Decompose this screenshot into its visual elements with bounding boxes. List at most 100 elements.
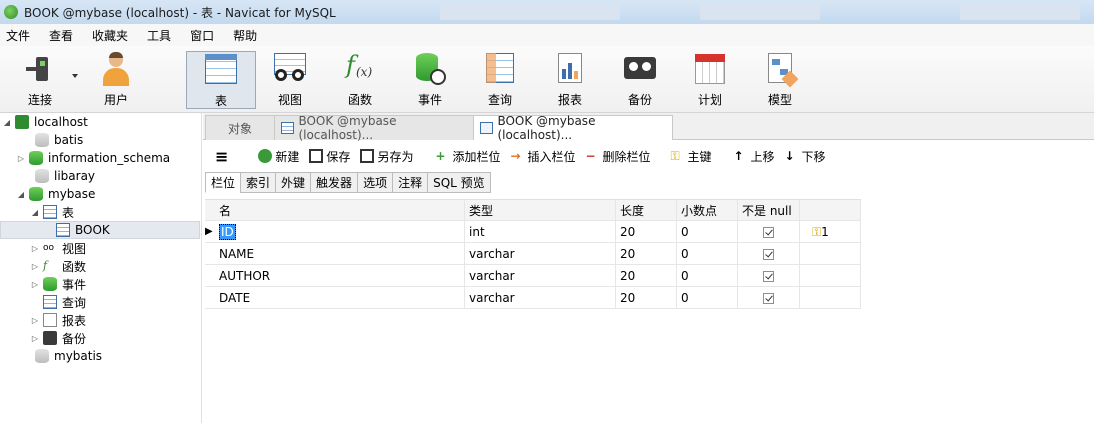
menu-favorites[interactable]: 收藏夹 [86, 27, 141, 44]
expand-arrow-icon[interactable]: ▷ [30, 280, 40, 289]
move-up-button[interactable]: ↑ 上移 [734, 148, 775, 165]
cell-not-null[interactable] [738, 265, 800, 287]
menu-view[interactable]: 查看 [43, 27, 86, 44]
header-not-null[interactable]: 不是 null [738, 200, 800, 222]
subtab-indexes[interactable]: 索引 [240, 172, 277, 193]
expand-arrow-icon[interactable]: ▷ [16, 154, 26, 163]
event-button[interactable]: 事件 [396, 51, 464, 109]
tree-db-libaray[interactable]: libaray [22, 167, 95, 185]
menu-tools[interactable]: 工具 [141, 27, 184, 44]
add-field-button[interactable]: + 添加栏位 [435, 148, 500, 165]
tree-db-batis[interactable]: batis [22, 131, 83, 149]
subtab-triggers[interactable]: 触发器 [310, 172, 359, 193]
cell-not-null[interactable] [738, 287, 800, 309]
subtab-sql-preview[interactable]: SQL 预览 [427, 172, 491, 193]
expand-arrow-icon[interactable]: ▷ [30, 244, 40, 253]
menu-file[interactable]: 文件 [0, 27, 43, 44]
collapse-arrow-icon[interactable]: ◢ [30, 208, 40, 217]
header-decimals[interactable]: 小数点 [677, 200, 738, 222]
user-button[interactable]: 用户 [82, 51, 150, 109]
cell-type[interactable]: varchar [465, 265, 616, 287]
table-row[interactable]: ▶ ID int 20 0 ⚿1 [205, 221, 861, 243]
tab-book-1[interactable]: BOOK @mybase (localhost)... [274, 114, 474, 142]
event-icon [412, 51, 448, 87]
header-length[interactable]: 长度 [616, 200, 677, 222]
tab-objects[interactable]: 对象 [205, 115, 275, 140]
menu-help[interactable]: 帮助 [227, 27, 270, 44]
delete-field-button[interactable]: − 删除栏位 [585, 148, 650, 165]
schedule-button[interactable]: 计划 [676, 51, 744, 109]
subtab-fields[interactable]: 栏位 [205, 172, 242, 193]
backup-button[interactable]: 备份 [606, 51, 674, 109]
cell-length[interactable]: 20 [616, 287, 677, 309]
title-bar: BOOK @mybase (localhost) - 表 - Navicat f… [0, 0, 1094, 24]
cell-type[interactable]: varchar [465, 287, 616, 309]
save-as-button[interactable]: 另存为 [360, 148, 413, 165]
tree-db-information-schema[interactable]: ▷ information_schema [16, 149, 170, 167]
tree-tables[interactable]: ◢ 表 [30, 203, 74, 221]
cell-not-null[interactable] [738, 243, 800, 265]
not-null-checkbox[interactable] [763, 293, 774, 304]
table-row[interactable]: AUTHOR varchar 20 0 [205, 265, 861, 287]
tree-events[interactable]: ▷ 事件 [30, 275, 86, 293]
menu-window[interactable]: 窗口 [184, 27, 227, 44]
cell-length[interactable]: 20 [616, 243, 677, 265]
connect-dropdown-icon[interactable] [72, 74, 78, 78]
model-icon [762, 51, 799, 88]
tree-backups[interactable]: ▷ 备份 [30, 329, 86, 347]
cell-decimals[interactable]: 0 [677, 287, 738, 309]
hamburger-menu-button[interactable]: ≡ [215, 147, 228, 166]
tree-table-book[interactable]: BOOK [0, 221, 200, 239]
glasses-icon: oo [43, 243, 55, 253]
new-button[interactable]: 新建 [258, 148, 299, 165]
cell-name[interactable]: DATE [215, 287, 465, 309]
subtab-foreign-keys[interactable]: 外键 [275, 172, 312, 193]
not-null-checkbox[interactable] [763, 249, 774, 260]
cell-decimals[interactable]: 0 [677, 243, 738, 265]
tree-queries[interactable]: 查询 [30, 293, 86, 311]
tree-reports[interactable]: ▷ 报表 [30, 311, 86, 329]
cell-decimals[interactable]: 0 [677, 221, 738, 243]
tree-functions[interactable]: ▷ f 函数 [30, 257, 86, 275]
table-row[interactable]: DATE varchar 20 0 [205, 287, 861, 309]
collapse-arrow-icon[interactable]: ◢ [16, 190, 26, 199]
function-button[interactable]: f (x) 函数 [326, 51, 394, 109]
header-type[interactable]: 类型 [465, 200, 616, 222]
cell-name[interactable]: ID [215, 221, 465, 243]
report-button[interactable]: 报表 [536, 51, 604, 109]
subtab-options[interactable]: 选项 [357, 172, 394, 193]
cell-decimals[interactable]: 0 [677, 265, 738, 287]
expand-arrow-icon[interactable]: ▷ [30, 334, 40, 343]
cell-length[interactable]: 20 [616, 221, 677, 243]
model-button[interactable]: 模型 [746, 51, 814, 109]
move-down-button[interactable]: ↓ 下移 [785, 148, 826, 165]
tab-book-design[interactable]: BOOK @mybase (localhost)... [473, 114, 673, 142]
glasses-icon [272, 51, 308, 87]
table-icon [56, 223, 70, 237]
not-null-checkbox[interactable] [763, 227, 774, 238]
table-button[interactable]: 表 [186, 51, 256, 109]
subtab-comments[interactable]: 注释 [392, 172, 429, 193]
table-row[interactable]: NAME varchar 20 0 [205, 243, 861, 265]
tree-connection-localhost[interactable]: ◢ localhost [2, 113, 88, 131]
insert-field-button[interactable]: → 插入栏位 [510, 148, 575, 165]
cell-length[interactable]: 20 [616, 265, 677, 287]
cell-type[interactable]: varchar [465, 243, 616, 265]
expand-arrow-icon[interactable]: ▷ [30, 262, 40, 271]
save-button[interactable]: 保存 [309, 148, 350, 165]
expand-arrow-icon[interactable]: ▷ [30, 316, 40, 325]
header-name[interactable]: 名 [215, 200, 465, 222]
primary-key-button[interactable]: ⚿ 主键 [671, 148, 712, 165]
collapse-arrow-icon[interactable]: ◢ [2, 118, 12, 127]
not-null-checkbox[interactable] [763, 271, 774, 282]
cell-name[interactable]: NAME [215, 243, 465, 265]
view-button[interactable]: 视图 [256, 51, 324, 109]
cell-not-null[interactable] [738, 221, 800, 243]
cell-type[interactable]: int [465, 221, 616, 243]
cell-name[interactable]: AUTHOR [215, 265, 465, 287]
tree-db-mybatis[interactable]: mybatis [22, 347, 102, 365]
connect-button[interactable]: 连接 [6, 51, 74, 109]
tree-db-mybase[interactable]: ◢ mybase [16, 185, 95, 203]
query-button[interactable]: 查询 [466, 51, 534, 109]
tree-views[interactable]: ▷ oo 视图 [30, 239, 86, 257]
